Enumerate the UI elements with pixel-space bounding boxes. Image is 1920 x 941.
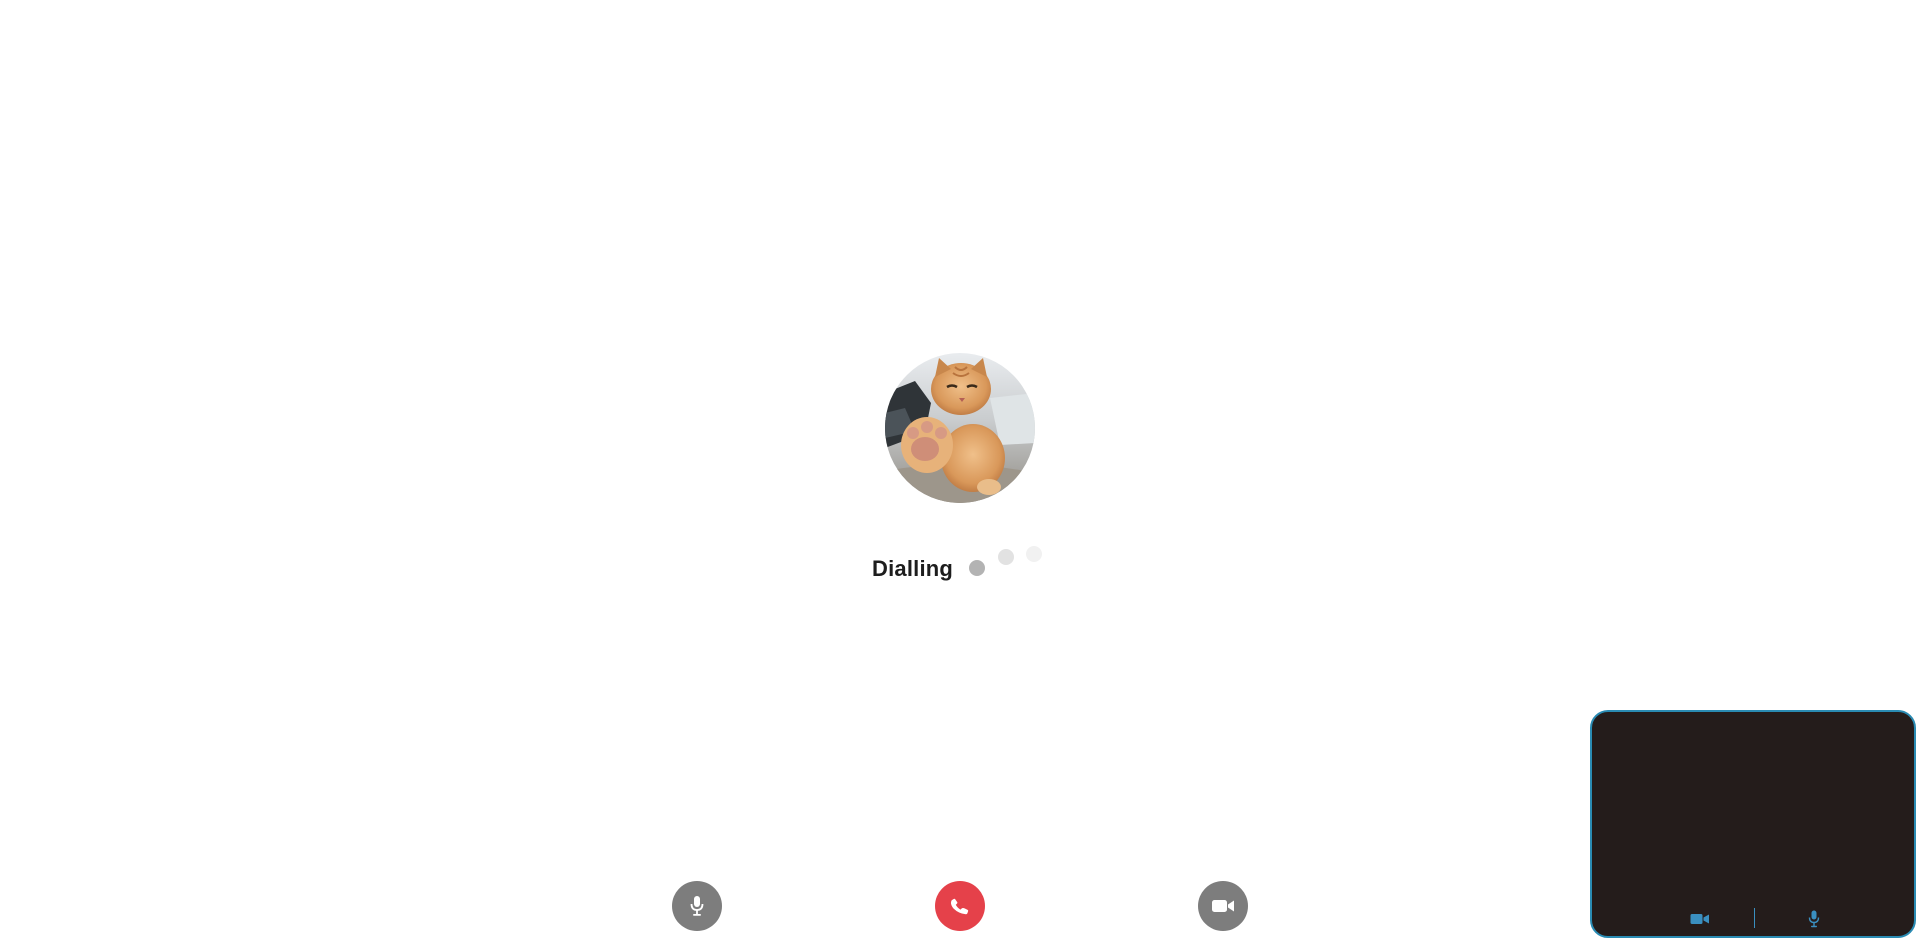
- toggle-video-button[interactable]: [1198, 881, 1248, 931]
- self-video-preview: [1590, 710, 1916, 938]
- mute-microphone-button[interactable]: [672, 881, 722, 931]
- video-camera-icon: [1212, 900, 1234, 912]
- end-call-button[interactable]: [935, 881, 985, 931]
- preview-controls: [1592, 908, 1914, 930]
- dialling-dot-3: [1026, 546, 1042, 562]
- call-status-label: Dialling: [872, 556, 954, 581]
- preview-divider: [1754, 908, 1755, 928]
- dialling-dot-1: [969, 560, 985, 576]
- preview-microphone-toggle[interactable]: [1808, 910, 1820, 928]
- dialling-dot-2: [998, 549, 1014, 565]
- cat-photo-avatar: [885, 353, 1035, 503]
- microphone-icon: [690, 896, 704, 916]
- call-screen: Dialling: [0, 0, 1920, 941]
- contact-avatar: [885, 353, 1035, 503]
- phone-icon: [950, 898, 969, 915]
- preview-camera-toggle[interactable]: [1690, 912, 1710, 926]
